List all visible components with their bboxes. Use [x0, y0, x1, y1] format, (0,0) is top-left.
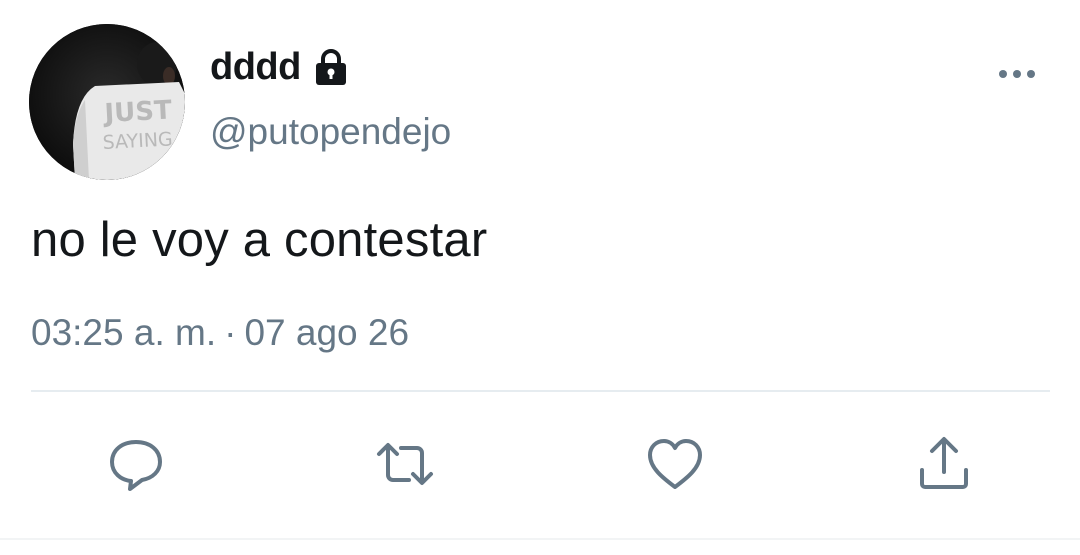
tweet-timestamp[interactable]: 03:25 a. m. · 07 ago 26 [31, 310, 409, 356]
tweet-text: no le voy a contestar [31, 213, 488, 267]
more-options-icon[interactable] [996, 62, 1038, 86]
reply-button[interactable] [104, 432, 168, 496]
avatar-shirt-text-2: SAYING [102, 128, 173, 154]
heart-icon [648, 439, 702, 489]
user-handle[interactable]: @putopendejo [210, 110, 451, 154]
display-name[interactable]: dddd [210, 44, 301, 90]
share-button[interactable] [912, 432, 976, 496]
lock-icon [311, 47, 351, 87]
avatar-shirt-text-1: JUST [102, 95, 173, 129]
tweet-date: 07 ago 26 [244, 312, 410, 353]
reply-icon [110, 440, 162, 491]
avatar-image: JUST SAYING [29, 24, 185, 180]
user-name-row: dddd [210, 44, 351, 90]
timestamp-separator: · [224, 312, 237, 353]
retweet-icon [377, 443, 433, 485]
tweet-detail: JUST SAYING dddd @putopendejo no le voy … [0, 0, 1080, 555]
divider [31, 390, 1050, 392]
like-button[interactable] [643, 432, 707, 496]
bottom-divider [0, 538, 1080, 540]
avatar[interactable]: JUST SAYING [29, 24, 185, 180]
tweet-time: 03:25 a. m. [31, 312, 217, 353]
share-icon [920, 437, 968, 489]
retweet-button[interactable] [373, 432, 437, 496]
